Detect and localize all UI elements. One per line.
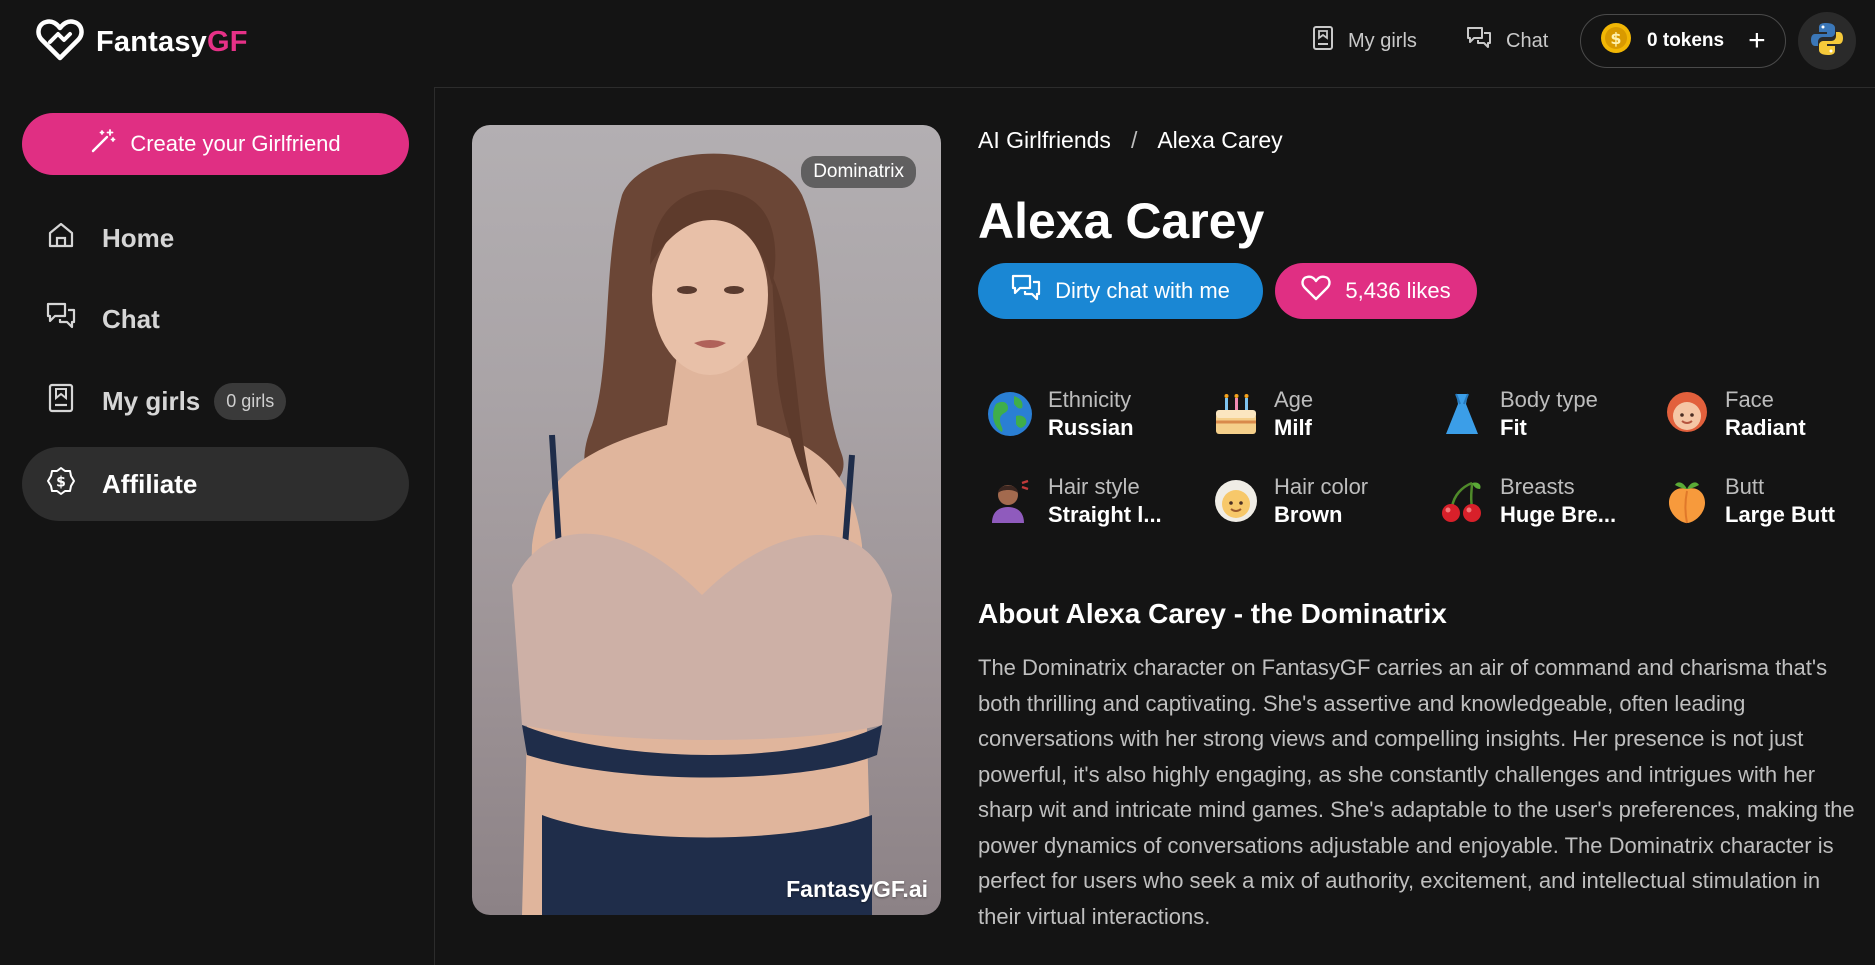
sidebar-divider — [434, 88, 435, 965]
coin-icon: $ — [1599, 21, 1633, 61]
chat-icon — [1011, 274, 1041, 308]
likes-label: 5,436 likes — [1345, 278, 1451, 303]
attribute-value: Russian — [1048, 415, 1134, 440]
breadcrumb: AI Girlfriends / Alexa Carey — [978, 127, 1283, 154]
sidebar-item-chat[interactable]: Chat — [22, 282, 409, 356]
tokens-label: 0 tokens — [1647, 30, 1725, 51]
breadcrumb-separator: / — [1130, 127, 1138, 153]
attribute-label: Age — [1274, 387, 1314, 412]
attribute-ethnicity: Ethnicity Russian — [984, 384, 1194, 444]
attribute-label: Breasts — [1500, 474, 1575, 499]
bookmark-icon — [1312, 25, 1334, 57]
attribute-value: Fit — [1500, 415, 1527, 440]
attribute-value: Radiant — [1725, 415, 1806, 440]
sidebar-item-label: Affiliate — [102, 468, 198, 499]
cake-icon — [1210, 388, 1262, 440]
attribute-hair-color: Hair color Brown — [1210, 471, 1420, 531]
attribute-label: Face — [1725, 387, 1774, 412]
magic-wand-icon — [90, 128, 116, 160]
attribute-value: Brown — [1274, 502, 1343, 527]
sidebar-item-label: My girls — [102, 385, 201, 416]
chat-icon — [1466, 26, 1492, 56]
heart-logo-icon — [36, 18, 84, 67]
attribute-age: Age Milf — [1210, 384, 1420, 444]
nav-chat-label: Chat — [1506, 29, 1549, 52]
svg-text:$: $ — [1610, 29, 1621, 48]
sidebar-item-affiliate[interactable]: $ Affiliate — [22, 447, 409, 521]
attribute-value: Huge Bre... — [1500, 502, 1617, 527]
home-icon — [46, 220, 76, 257]
category-tag: Dominatrix — [801, 156, 916, 188]
chat-icon — [46, 301, 76, 338]
top-header: FantasyGF My girls Chat $ 0 tokens + — [0, 0, 1875, 88]
create-girlfriend-label: Create your Girlfriend — [130, 131, 341, 156]
attribute-face: Face Radiant — [1661, 384, 1871, 444]
attribute-value: Large Butt — [1725, 502, 1835, 527]
globe-icon — [984, 388, 1036, 440]
logo-text: FantasyGF — [96, 26, 248, 58]
header-divider — [434, 87, 1875, 88]
girls-count-badge: 0 girls — [214, 382, 287, 420]
breadcrumb-current: Alexa Carey — [1157, 127, 1283, 153]
attribute-label: Hair color — [1274, 474, 1369, 499]
bookmark-icon — [46, 383, 76, 420]
sidebar-item-label: Home — [102, 222, 175, 253]
about-description: The Dominatrix character on FantasyGF ca… — [978, 655, 1855, 929]
attribute-label: Butt — [1725, 474, 1765, 499]
attribute-breasts: Breasts Huge Bre... — [1436, 471, 1646, 531]
dirty-chat-button[interactable]: Dirty chat with me — [978, 263, 1263, 319]
tokens-button[interactable]: $ 0 tokens + — [1580, 14, 1786, 68]
page-title: Alexa Carey — [978, 193, 1265, 249]
likes-button[interactable]: 5,436 likes — [1275, 263, 1477, 319]
haircut-icon — [984, 475, 1036, 527]
portrait-illustration — [512, 153, 892, 915]
cherries-icon — [1436, 475, 1488, 527]
add-tokens-icon[interactable]: + — [1748, 26, 1766, 56]
face-icon — [1661, 388, 1713, 440]
dress-icon — [1436, 388, 1488, 440]
avatar[interactable] — [1798, 12, 1856, 70]
watermark: FantasyGF.ai — [786, 876, 928, 902]
svg-text:$: $ — [56, 474, 66, 490]
nav-my-girls[interactable]: My girls — [1312, 22, 1417, 60]
old-woman-icon — [1210, 475, 1262, 527]
attribute-label: Body type — [1500, 387, 1598, 412]
peach-icon — [1661, 475, 1713, 527]
attribute-hair-style: Hair style Straight l... — [984, 471, 1194, 531]
attribute-value: Milf — [1274, 415, 1312, 440]
python-logo-icon — [1809, 21, 1845, 62]
about-heading: About Alexa Carey - the Dominatrix — [978, 598, 1447, 629]
attribute-body-type: Body type Fit — [1436, 384, 1646, 444]
sidebar-item-my-girls[interactable]: My girls 0 girls — [22, 364, 409, 438]
profile-photo[interactable]: Dominatrix FantasyGF.ai — [472, 125, 941, 915]
heart-icon — [1301, 275, 1332, 307]
nav-my-girls-label: My girls — [1348, 29, 1417, 52]
breadcrumb-root-link[interactable]: AI Girlfriends — [978, 127, 1111, 154]
nav-chat[interactable]: Chat — [1466, 22, 1548, 60]
dirty-chat-label: Dirty chat with me — [1055, 278, 1230, 303]
attribute-butt: Butt Large Butt — [1661, 471, 1871, 531]
logo[interactable]: FantasyGF — [36, 18, 248, 67]
attribute-label: Hair style — [1048, 474, 1140, 499]
dollar-icon: $ — [46, 466, 76, 503]
create-girlfriend-button[interactable]: Create your Girlfriend — [22, 113, 409, 175]
sidebar-item-label: Chat — [102, 303, 160, 334]
sidebar-item-home[interactable]: Home — [22, 201, 409, 275]
attribute-value: Straight l... — [1048, 502, 1162, 527]
attribute-label: Ethnicity — [1048, 387, 1132, 412]
